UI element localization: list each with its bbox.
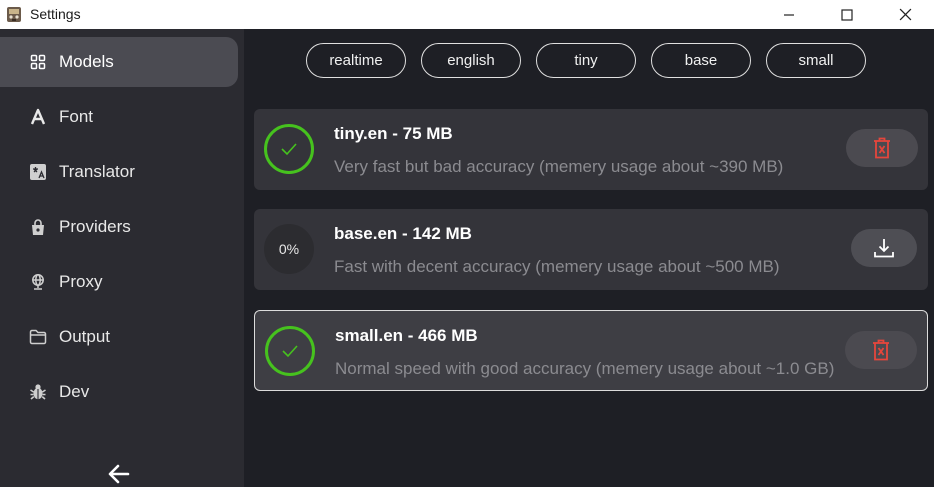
shopping-bag-icon — [28, 217, 48, 237]
sidebar-item-font[interactable]: Font — [0, 92, 238, 142]
model-description: Normal speed with good accuracy (memery … — [335, 359, 835, 378]
delete-button[interactable] — [846, 129, 918, 167]
sidebar-item-providers[interactable]: Providers — [0, 202, 238, 252]
arrow-left-icon — [108, 464, 130, 484]
sidebar-item-translator[interactable]: Translator — [0, 147, 238, 197]
filter-chip-tiny[interactable]: tiny — [536, 43, 636, 78]
check-icon — [282, 345, 298, 358]
model-description: Very fast but bad accuracy (memery usage… — [334, 157, 784, 176]
model-description: Fast with decent accuracy (memery usage … — [334, 257, 780, 276]
folder-icon — [28, 327, 48, 347]
translate-icon — [28, 162, 48, 182]
sidebar-item-proxy[interactable]: Proxy — [0, 257, 238, 307]
maximize-button[interactable] — [818, 0, 876, 29]
download-icon — [874, 239, 894, 258]
sidebar-item-label: Output — [59, 327, 111, 346]
title-bar: Settings — [0, 0, 934, 29]
filter-chip-base[interactable]: base — [651, 43, 751, 78]
close-icon — [899, 8, 911, 21]
sidebar-item-label: Font — [59, 107, 94, 126]
filter-chip-realtime[interactable]: realtime — [306, 43, 406, 78]
sidebar-item-dev[interactable]: Dev — [0, 367, 238, 417]
sidebar: Models Font Translator Providers Proxy O… — [0, 29, 244, 487]
font-icon — [28, 107, 48, 127]
sidebar-item-label: Translator — [59, 162, 135, 181]
download-progress: 0% — [264, 224, 314, 274]
back-button[interactable] — [105, 461, 133, 487]
models-panel: realtime english tiny base small tiny.en… — [244, 29, 934, 487]
download-button[interactable] — [851, 229, 917, 267]
model-card-tiny-en[interactable]: tiny.en - 75 MB Very fast but bad accura… — [254, 109, 928, 190]
grid-icon — [28, 52, 48, 72]
minimize-icon — [784, 13, 794, 16]
check-icon — [281, 143, 297, 156]
minimize-button[interactable] — [760, 0, 818, 29]
sidebar-item-label: Providers — [59, 217, 131, 236]
bug-icon — [28, 382, 48, 402]
sidebar-item-label: Proxy — [59, 272, 103, 291]
sidebar-item-models[interactable]: Models — [0, 37, 238, 87]
model-title: base.en - 142 MB — [334, 224, 472, 243]
maximize-icon — [841, 8, 853, 21]
globe-icon — [28, 272, 48, 292]
model-title: small.en - 466 MB — [335, 326, 478, 345]
trash-icon — [873, 339, 889, 361]
model-title: tiny.en - 75 MB — [334, 124, 453, 143]
filter-chip-small[interactable]: small — [766, 43, 866, 78]
sidebar-item-label: Models — [59, 52, 114, 71]
delete-button[interactable] — [845, 331, 917, 369]
downloaded-status — [264, 124, 314, 174]
app-icon — [7, 7, 21, 22]
downloaded-status — [265, 326, 315, 376]
trash-icon — [874, 137, 890, 159]
model-card-small-en[interactable]: small.en - 466 MB Normal speed with good… — [254, 310, 928, 391]
filter-chip-english[interactable]: english — [421, 43, 521, 78]
model-card-base-en[interactable]: 0% base.en - 142 MB Fast with decent acc… — [254, 209, 928, 290]
sidebar-item-output[interactable]: Output — [0, 312, 238, 362]
close-button[interactable] — [876, 0, 934, 29]
window-title: Settings — [30, 6, 81, 22]
sidebar-item-label: Dev — [59, 382, 90, 401]
